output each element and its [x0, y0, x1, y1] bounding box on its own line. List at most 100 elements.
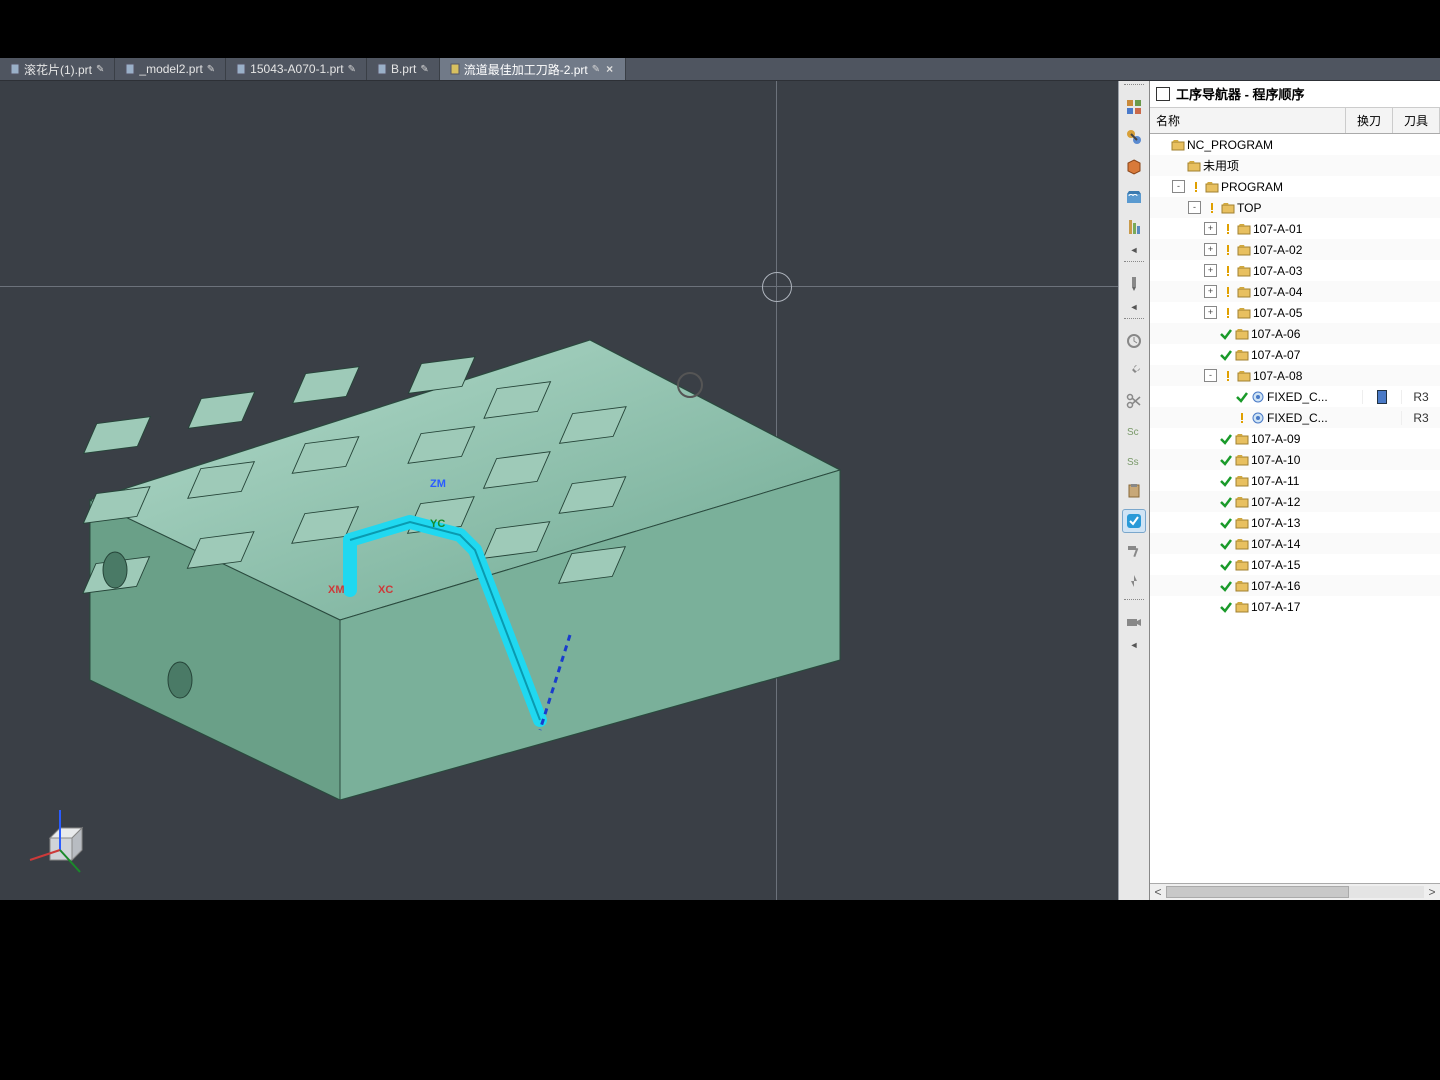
mold-model[interactable]: [30, 300, 860, 800]
crosshair-horizontal: [0, 286, 1118, 287]
panel-pin-icon[interactable]: [1156, 87, 1170, 101]
col-change[interactable]: 换刀: [1346, 108, 1393, 133]
tree-group[interactable]: 107-A-12: [1150, 491, 1440, 512]
hammer-icon[interactable]: [1122, 539, 1146, 563]
operation-icon: [1251, 390, 1265, 404]
axis-label-zm: ZM: [430, 478, 446, 490]
tab-modified-icon: ✎: [96, 64, 104, 75]
operation-tree[interactable]: NC_PROGRAM 未用项 - PROGRAM - TOP: [1150, 134, 1440, 883]
prt-file-icon: [125, 63, 135, 75]
wrench-icon[interactable]: [1122, 359, 1146, 383]
status-icon: [1219, 495, 1233, 509]
expand-toggle[interactable]: +: [1204, 243, 1217, 256]
svg-text:Ss: Ss: [1127, 457, 1139, 468]
tree-group[interactable]: 107-A-09: [1150, 428, 1440, 449]
verify-icon[interactable]: [1122, 509, 1146, 533]
folder-icon: [1235, 327, 1249, 341]
tree-group[interactable]: 107-A-13: [1150, 512, 1440, 533]
part-navigator-icon[interactable]: [1122, 155, 1146, 179]
scissors-icon[interactable]: [1122, 389, 1146, 413]
tab-label: 滚花片(1).prt: [24, 61, 92, 78]
tree-label: 107-A-07: [1251, 348, 1300, 362]
col-name[interactable]: 名称: [1150, 108, 1346, 133]
camera-icon[interactable]: [1122, 610, 1146, 634]
reuse-library-icon[interactable]: [1122, 185, 1146, 209]
view-triad-icon[interactable]: [20, 800, 100, 880]
tool-1-icon[interactable]: [1122, 272, 1146, 296]
collapse-arrow-2-icon[interactable]: ◄: [1130, 302, 1139, 312]
collapse-arrow-icon[interactable]: ◄: [1130, 245, 1139, 255]
tree-group[interactable]: + 107-A-04: [1150, 281, 1440, 302]
3d-viewport[interactable]: ZM YC XM XC: [0, 80, 1118, 900]
folder-icon: [1235, 495, 1249, 509]
tree-group[interactable]: 107-A-10: [1150, 449, 1440, 470]
folder-icon: [1235, 432, 1249, 446]
folder-icon: [1171, 138, 1185, 152]
status-icon: [1219, 537, 1233, 551]
collapse-arrow-3-icon[interactable]: ◄: [1130, 640, 1139, 650]
tree-label: PROGRAM: [1221, 180, 1283, 194]
tree-group[interactable]: + 107-A-02: [1150, 239, 1440, 260]
expand-toggle[interactable]: +: [1204, 222, 1217, 235]
tab-label: 15043-A070-1.prt: [250, 62, 343, 76]
operation-navigator-panel: 工序导航器 - 程序顺序 名称 换刀 刀具 NC_PROGRAM 未用项: [1149, 80, 1440, 900]
ss-icon[interactable]: Ss: [1122, 449, 1146, 473]
tree-group[interactable]: + 107-A-03: [1150, 260, 1440, 281]
status-icon: [1219, 516, 1233, 530]
document-tab[interactable]: 滚花片(1).prt ✎: [0, 58, 115, 80]
expand-toggle[interactable]: +: [1204, 285, 1217, 298]
status-icon: [1219, 558, 1233, 572]
scroll-left-icon[interactable]: <: [1150, 885, 1166, 899]
tree-group[interactable]: 107-A-14: [1150, 533, 1440, 554]
prt-file-icon: [10, 63, 20, 75]
status-icon: [1219, 453, 1233, 467]
tree-group[interactable]: 107-A-17: [1150, 596, 1440, 617]
expand-toggle[interactable]: -: [1204, 369, 1217, 382]
tree-group[interactable]: 107-A-11: [1150, 470, 1440, 491]
horizontal-scrollbar[interactable]: < >: [1150, 883, 1440, 900]
tree-operation[interactable]: FIXED_C... R3: [1150, 386, 1440, 407]
scroll-thumb[interactable]: [1166, 886, 1349, 898]
machining-navigator-icon[interactable]: [1122, 215, 1146, 239]
constraint-navigator-icon[interactable]: [1122, 125, 1146, 149]
tab-modified-icon: ✎: [420, 64, 428, 75]
assembly-navigator-icon[interactable]: [1122, 95, 1146, 119]
paste-icon[interactable]: [1122, 479, 1146, 503]
sc-icon[interactable]: Sc: [1122, 419, 1146, 443]
tree-label: 107-A-08: [1253, 369, 1302, 383]
tab-close-icon[interactable]: ×: [604, 62, 615, 76]
folder-icon: [1237, 306, 1251, 320]
expand-toggle[interactable]: -: [1172, 180, 1185, 193]
tree-unused[interactable]: 未用项: [1150, 155, 1440, 176]
status-icon: [1221, 222, 1235, 236]
expand-toggle[interactable]: +: [1204, 306, 1217, 319]
expand-toggle[interactable]: +: [1204, 264, 1217, 277]
tree-group[interactable]: + 107-A-01: [1150, 218, 1440, 239]
tree-operation[interactable]: FIXED_C... R3: [1150, 407, 1440, 428]
folder-icon: [1235, 453, 1249, 467]
history-icon[interactable]: [1122, 329, 1146, 353]
tree-group[interactable]: 107-A-07: [1150, 344, 1440, 365]
tree-group[interactable]: + 107-A-05: [1150, 302, 1440, 323]
document-tab[interactable]: B.prt✎: [367, 58, 440, 80]
scroll-right-icon[interactable]: >: [1424, 885, 1440, 899]
document-tab[interactable]: 流道最佳加工刀路-2.prt✎×: [440, 58, 626, 80]
tree-top[interactable]: - TOP: [1150, 197, 1440, 218]
tree-group[interactable]: 107-A-16: [1150, 575, 1440, 596]
tree-group[interactable]: - 107-A-08: [1150, 365, 1440, 386]
tree-label: 107-A-11: [1251, 474, 1299, 488]
document-tab[interactable]: 15043-A070-1.prt✎: [226, 58, 367, 80]
tree-root[interactable]: NC_PROGRAM: [1150, 134, 1440, 155]
document-tab[interactable]: _model2.prt✎: [115, 58, 226, 80]
tree-group[interactable]: 107-A-06: [1150, 323, 1440, 344]
tab-modified-icon: ✎: [207, 64, 215, 75]
status-icon: [1219, 600, 1233, 614]
tree-label: 107-A-02: [1253, 243, 1302, 257]
tree-program[interactable]: - PROGRAM: [1150, 176, 1440, 197]
generate-icon[interactable]: [1122, 569, 1146, 593]
resource-bar: ◄ ◄ Sc Ss ◄: [1118, 80, 1149, 900]
tree-group[interactable]: 107-A-15: [1150, 554, 1440, 575]
axis-label-xc: XC: [378, 584, 393, 596]
col-tool[interactable]: 刀具: [1393, 108, 1440, 133]
expand-toggle[interactable]: -: [1188, 201, 1201, 214]
